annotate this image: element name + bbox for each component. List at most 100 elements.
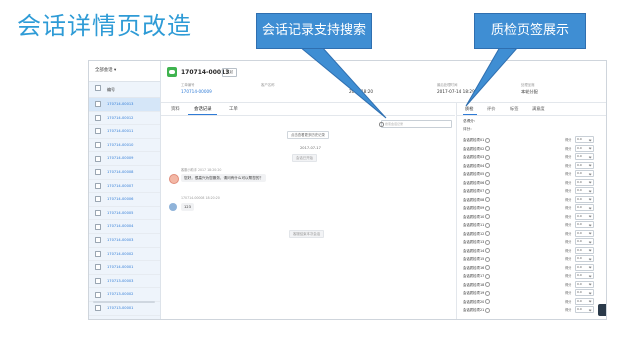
score-select[interactable]: 0.0 (575, 229, 594, 237)
row-checkbox[interactable] (95, 101, 101, 108)
help-icon[interactable] (485, 282, 491, 287)
sidebar-item[interactable]: 170714-00011 (89, 125, 160, 139)
row-checkbox[interactable] (95, 114, 101, 121)
score-select[interactable]: 0.0 (575, 170, 594, 177)
help-icon[interactable] (485, 299, 491, 304)
sidebar-item[interactable]: 170714-00002 (89, 248, 160, 262)
tab-rating[interactable]: 评价 (487, 106, 495, 112)
row-checkbox[interactable] (95, 264, 101, 271)
sidebar-item[interactable]: 170714-00001 (89, 261, 160, 275)
help-icon[interactable] (485, 290, 491, 296)
score-label: 得分 (565, 248, 572, 253)
score-select[interactable]: 0.0 (575, 161, 594, 169)
quality-item-name: 会话质检项20 (463, 299, 491, 304)
sidebar-item[interactable]: 170713-00003 (89, 275, 160, 289)
help-icon[interactable] (485, 197, 491, 202)
score-select[interactable]: 0.0 (575, 272, 594, 279)
floating-tool-button[interactable] (598, 304, 606, 316)
help-icon[interactable] (485, 137, 491, 143)
sidebar-item[interactable]: 170714-00010 (89, 139, 160, 153)
score-select[interactable]: 0.0 (575, 280, 594, 288)
score-select[interactable]: 0.0 (575, 187, 594, 194)
row-checkbox[interactable] (95, 250, 101, 257)
row-checkbox[interactable] (95, 223, 101, 230)
score-select[interactable]: 0.0 (575, 246, 594, 254)
chat-search-input[interactable]: 搜索会话记录 (379, 120, 452, 128)
score-select[interactable]: 0.0 (575, 297, 594, 305)
select-all-checkbox[interactable] (95, 85, 101, 91)
tab-satisfaction[interactable]: 满意度 (532, 106, 545, 112)
sidebar-item[interactable]: 170714-00013 (89, 98, 160, 112)
score-select[interactable]: 0.0 (575, 204, 594, 211)
score-label: 得分 (565, 146, 572, 151)
ticket-id-link[interactable]: 170714-00009 (181, 89, 212, 94)
row-checkbox[interactable] (95, 210, 101, 217)
tab-chat-history[interactable]: 会话记录 (194, 106, 212, 112)
score-select[interactable]: 0.0 (575, 153, 594, 160)
row-checkbox[interactable] (95, 182, 101, 189)
help-icon[interactable] (485, 248, 491, 253)
quality-item-row: 会话质检项18 得分 0.0 (463, 280, 595, 289)
row-checkbox[interactable] (95, 128, 101, 135)
score-select[interactable]: 0.0 (575, 195, 594, 203)
tab-labels[interactable]: 标签 (510, 106, 518, 112)
quality-item-label: 会话质检项21 (463, 308, 485, 312)
help-icon[interactable] (485, 231, 491, 236)
sidebar-item[interactable]: 170714-00005 (89, 207, 160, 221)
sidebar-item[interactable]: 170714-00012 (89, 112, 160, 126)
quality-item-name: 会话质检项08 (463, 197, 491, 202)
score-select[interactable]: 0.0 (575, 238, 594, 245)
score-select[interactable]: 0.0 (575, 144, 594, 152)
help-icon[interactable] (485, 256, 491, 262)
sidebar-item[interactable]: 170714-00007 (89, 180, 160, 194)
help-icon[interactable] (485, 222, 491, 228)
help-icon[interactable] (485, 146, 491, 151)
help-icon[interactable] (485, 171, 491, 177)
score-label: 得分 (565, 206, 572, 210)
sidebar-item[interactable]: 170714-00003 (89, 234, 160, 248)
help-icon[interactable] (485, 154, 491, 160)
sidebar-scrollbar[interactable] (93, 301, 155, 303)
row-checkbox[interactable] (95, 305, 101, 312)
score-select[interactable]: 0.0 (575, 212, 594, 220)
score-select[interactable]: 0.0 (575, 136, 594, 143)
load-more-history-button[interactable]: 点击查看更多历史记录 (287, 131, 329, 139)
sidebar-item[interactable]: 170713-00001 (89, 302, 160, 316)
quality-item-row: 会话质检项11 得分 0.0 (463, 221, 595, 229)
score-select[interactable]: 0.0 (575, 255, 594, 262)
score-select[interactable]: 0.0 (575, 178, 594, 186)
score-select[interactable]: 0.0 (575, 263, 594, 271)
help-icon[interactable] (485, 265, 491, 270)
help-icon[interactable] (485, 163, 491, 168)
help-icon[interactable] (485, 188, 491, 194)
sidebar-item[interactable]: 170714-00006 (89, 193, 160, 207)
customer-message-meta: 170714-00008 18:20:20 (181, 196, 220, 200)
conversation-filter-dropdown[interactable]: 全部会话 ▾ (89, 61, 160, 82)
help-icon[interactable] (485, 180, 491, 185)
row-checkbox[interactable] (95, 278, 101, 285)
sidebar-item[interactable]: 170714-00009 (89, 152, 160, 166)
row-checkbox[interactable] (95, 155, 101, 162)
help-icon[interactable] (485, 205, 491, 211)
row-checkbox[interactable] (95, 196, 101, 203)
row-checkbox[interactable] (95, 142, 101, 149)
score-select[interactable]: 0.0 (575, 289, 594, 296)
score-select[interactable]: 0.0 (575, 306, 594, 313)
help-icon[interactable] (485, 214, 491, 219)
row-checkbox[interactable] (95, 291, 101, 298)
help-icon[interactable] (485, 273, 491, 279)
help-icon[interactable] (485, 239, 491, 245)
header-action-button[interactable]: 发起 (222, 68, 238, 77)
row-checkbox[interactable] (95, 169, 101, 176)
tab-quality[interactable]: 质检 (465, 106, 473, 112)
sidebar-item[interactable]: 170713-00002 (89, 288, 160, 302)
sidebar-item[interactable]: 170714-00004 (89, 220, 160, 234)
row-checkbox[interactable] (95, 237, 101, 244)
start-time-value: 2017 18:20 (349, 89, 374, 94)
sidebar-item[interactable]: 170714-00008 (89, 166, 160, 180)
help-icon[interactable] (485, 307, 491, 313)
tab-profile[interactable]: 资料 (171, 106, 180, 112)
tab-tickets[interactable]: 工单 (229, 106, 238, 112)
score-select[interactable]: 0.0 (575, 221, 594, 228)
quality-item-name: 会话质检项13 (463, 239, 491, 245)
